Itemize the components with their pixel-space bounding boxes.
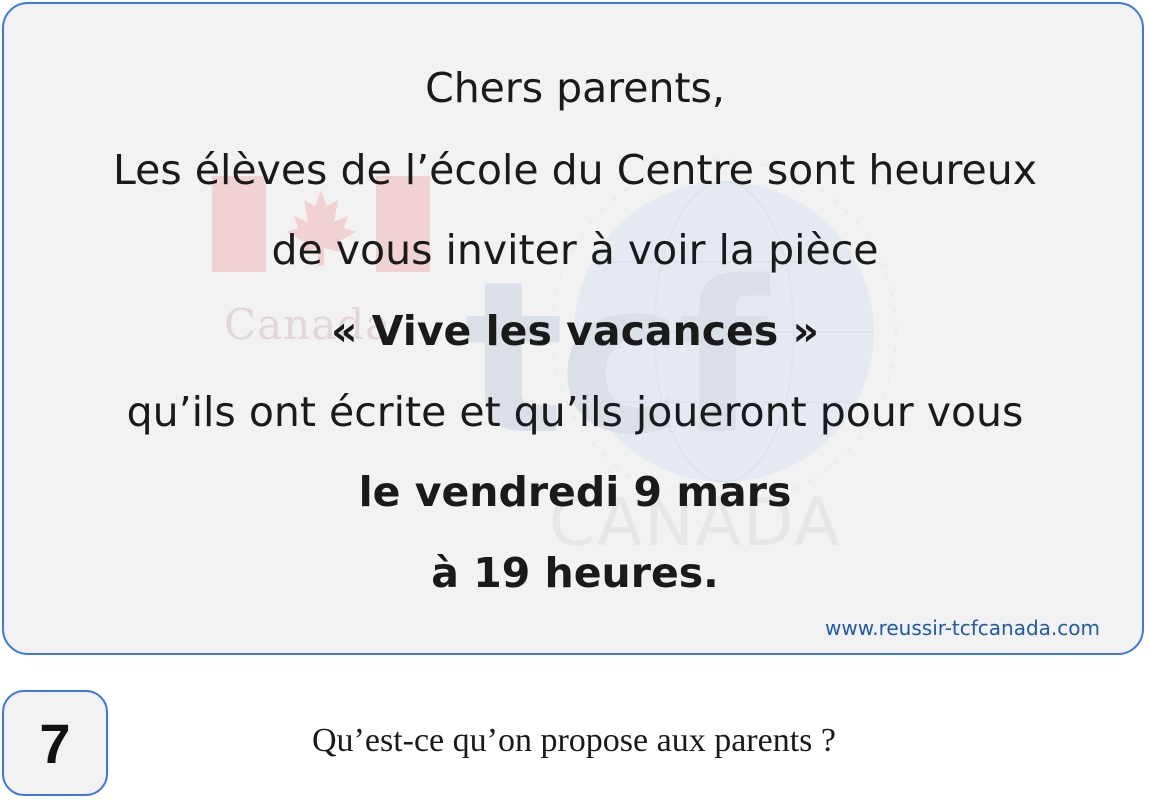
message-greeting: Chers parents, bbox=[425, 64, 725, 112]
play-title: « Vive les vacances » bbox=[331, 307, 819, 355]
event-date: le vendredi 9 mars bbox=[358, 468, 792, 516]
event-time: à 19 heures. bbox=[431, 549, 719, 597]
message-line: qu’ils ont écrite et qu’ils joueront pou… bbox=[126, 388, 1024, 436]
message-line: Les élèves de l’école du Centre sont heu… bbox=[112, 146, 1037, 194]
question-number-badge: 7 bbox=[2, 690, 108, 796]
question-text: Qu’est-ce qu’on propose aux parents ? bbox=[312, 722, 836, 759]
message-line: de vous inviter à voir la pièce bbox=[271, 226, 879, 274]
website-link[interactable]: www.reussir-tcfcanada.com bbox=[825, 616, 1100, 640]
message-card: Canada tcf CANADA Chers parents, Les élè… bbox=[2, 2, 1144, 655]
